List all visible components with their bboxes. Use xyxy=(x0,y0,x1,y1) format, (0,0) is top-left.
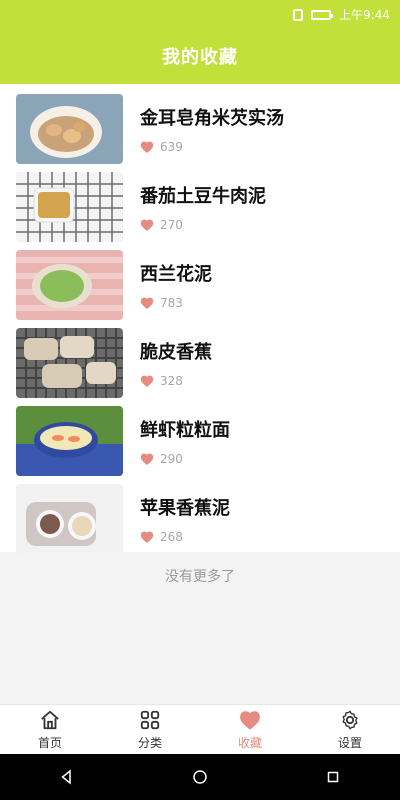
home-circle-icon xyxy=(193,770,207,784)
back-icon xyxy=(60,769,71,785)
tab-settings[interactable]: 设置 xyxy=(300,705,400,755)
bottom-tab-bar: 首页 分类 收藏 设置 xyxy=(0,704,400,755)
nav-home-button[interactable] xyxy=(185,762,215,792)
likes-count: 268 xyxy=(160,530,183,544)
favorites-list: 金耳皂角米芡实汤 639 番茄土豆牛肉泥 270 西兰花泥 783 脆皮香蕉 3… xyxy=(0,84,400,554)
status-right: 上午9:44 xyxy=(293,6,390,23)
likes-count: 270 xyxy=(160,218,183,232)
likes-row: 639 xyxy=(140,140,284,154)
recipe-thumbnail xyxy=(16,328,123,398)
likes-row: 290 xyxy=(140,452,230,466)
tab-favorites-label: 收藏 xyxy=(237,736,262,750)
recipe-thumbnail xyxy=(16,94,123,164)
heart-icon xyxy=(140,453,154,465)
recipe-image xyxy=(16,484,123,554)
tab-settings-label: 设置 xyxy=(337,736,362,750)
heart-icon xyxy=(140,297,154,309)
home-icon xyxy=(41,710,59,730)
likes-row: 328 xyxy=(140,374,212,388)
recipe-thumbnail xyxy=(16,172,123,242)
recipe-thumbnail xyxy=(16,406,123,476)
vibrate-icon xyxy=(293,8,304,21)
tab-home[interactable]: 首页 xyxy=(0,705,100,755)
list-item[interactable]: 金耳皂角米芡实汤 639 xyxy=(0,84,400,164)
item-title: 西兰花泥 xyxy=(140,264,212,285)
likes-count: 783 xyxy=(160,296,183,310)
recents-icon xyxy=(328,771,339,783)
heart-icon xyxy=(140,375,154,387)
list-item[interactable]: 苹果香蕉泥 268 xyxy=(0,474,400,554)
status-time: 上午9:44 xyxy=(339,8,390,22)
page-header: 我的收藏 xyxy=(0,28,400,84)
category-icon xyxy=(140,710,160,730)
item-info: 苹果香蕉泥 268 xyxy=(140,494,230,544)
item-title: 金耳皂角米芡实汤 xyxy=(140,108,284,129)
item-title: 番茄土豆牛肉泥 xyxy=(140,186,266,207)
tab-favorites[interactable]: 收藏 xyxy=(200,705,300,755)
list-item[interactable]: 番茄土豆牛肉泥 270 xyxy=(0,162,400,242)
item-info: 脆皮香蕉 328 xyxy=(140,338,212,388)
item-title: 苹果香蕉泥 xyxy=(140,498,230,519)
heart-icon xyxy=(140,219,154,231)
recipe-thumbnail xyxy=(16,484,123,554)
settings-icon xyxy=(342,710,358,730)
recipe-image xyxy=(16,172,123,242)
android-navigation-bar xyxy=(0,754,400,800)
heart-icon xyxy=(140,141,154,153)
recipe-thumbnail xyxy=(16,250,123,320)
item-info: 西兰花泥 783 xyxy=(140,260,212,310)
status-bar: 上午9:44 xyxy=(0,0,400,28)
likes-row: 268 xyxy=(140,530,230,544)
page-title: 我的收藏 xyxy=(162,47,238,68)
tab-category-label: 分类 xyxy=(137,736,162,750)
list-item[interactable]: 西兰花泥 783 xyxy=(0,240,400,320)
heart-icon xyxy=(140,531,154,543)
no-more-text: 没有更多了 xyxy=(165,569,235,585)
item-info: 金耳皂角米芡实汤 639 xyxy=(140,104,284,154)
heart-icon xyxy=(240,711,260,730)
recipe-image xyxy=(16,250,123,320)
likes-count: 639 xyxy=(160,140,183,154)
likes-count: 328 xyxy=(160,374,183,388)
item-info: 鲜虾粒粒面 290 xyxy=(140,416,230,466)
nav-recents-button[interactable] xyxy=(318,762,348,792)
list-item[interactable]: 鲜虾粒粒面 290 xyxy=(0,396,400,476)
battery-icon xyxy=(311,9,334,20)
recipe-image xyxy=(16,328,123,398)
item-info: 番茄土豆牛肉泥 270 xyxy=(140,182,266,232)
likes-row: 783 xyxy=(140,296,212,310)
tab-category[interactable]: 分类 xyxy=(100,705,200,755)
recipe-image xyxy=(16,94,123,164)
tab-home-label: 首页 xyxy=(37,736,62,750)
item-title: 脆皮香蕉 xyxy=(140,342,212,363)
nav-back-button[interactable] xyxy=(52,762,82,792)
likes-count: 290 xyxy=(160,452,183,466)
item-title: 鲜虾粒粒面 xyxy=(140,420,230,441)
recipe-image xyxy=(16,406,123,476)
list-item[interactable]: 脆皮香蕉 328 xyxy=(0,318,400,398)
likes-row: 270 xyxy=(140,218,266,232)
